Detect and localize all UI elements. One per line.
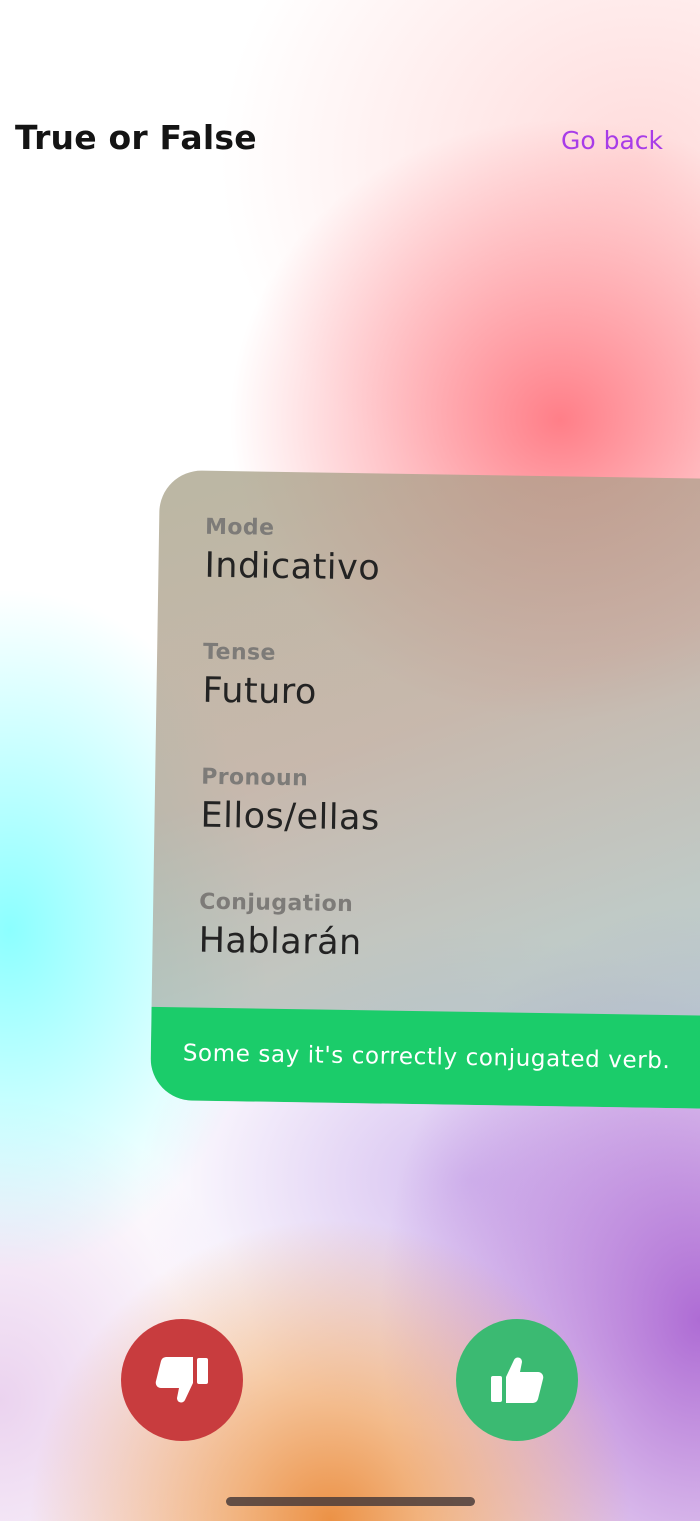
field-value: Futuro — [202, 670, 318, 713]
pronoun-field: Pronoun Ellos/ellas — [200, 765, 380, 839]
home-indicator[interactable] — [226, 1497, 475, 1506]
thumbs-up-icon — [491, 1357, 544, 1403]
go-back-link[interactable]: Go back — [561, 126, 663, 155]
thumbs-down-icon — [155, 1357, 208, 1403]
field-label: Mode — [204, 514, 275, 541]
field-value: Indicativo — [204, 545, 381, 589]
field-label: Conjugation — [199, 889, 354, 918]
card-footer-bar: Some say it's correctly conjugated verb. — [150, 1006, 700, 1110]
verb-card[interactable]: Mode Indicativo Tense Futuro Pronoun Ell… — [150, 470, 700, 1110]
field-label: Pronoun — [200, 764, 309, 792]
field-label: Tense — [202, 639, 277, 666]
page-title: True or False — [15, 118, 257, 157]
false-button[interactable] — [121, 1319, 243, 1441]
tense-field: Tense Futuro — [202, 640, 317, 713]
card-footer-text: Some say it's correctly conjugated verb. — [182, 1040, 671, 1075]
field-value: Hablarán — [198, 920, 363, 964]
mode-field: Mode Indicativo — [204, 515, 381, 589]
field-value: Ellos/ellas — [200, 795, 381, 839]
conjugation-field: Conjugation Hablarán — [198, 890, 362, 964]
true-button[interactable] — [456, 1319, 578, 1441]
